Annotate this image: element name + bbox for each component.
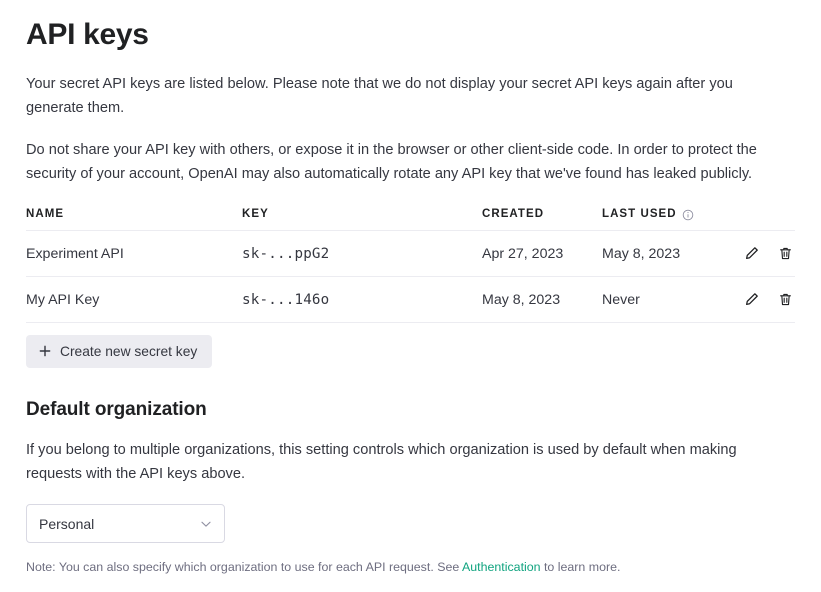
intro-paragraph: Your secret API keys are listed below. P…	[26, 75, 733, 116]
cell-created: Apr 27, 2023	[482, 230, 602, 277]
default-organization-select[interactable]: Personal	[26, 504, 225, 544]
note-text-after: to learn more.	[540, 560, 621, 575]
edit-key-button[interactable]	[741, 244, 761, 264]
column-header-actions	[740, 207, 795, 231]
api-keys-table: NAME KEY CREATED LAST USED Experiment AP…	[26, 207, 795, 323]
create-new-secret-key-button[interactable]: Create new secret key	[26, 334, 213, 368]
cell-actions	[740, 276, 795, 323]
delete-key-button[interactable]	[775, 290, 795, 310]
column-header-name: NAME	[26, 207, 242, 231]
table-row: Experiment API sk-...ppG2 Apr 27, 2023 M…	[26, 230, 795, 277]
api-keys-page: API keys Your secret API keys are listed…	[0, 0, 821, 576]
column-header-created: CREATED	[482, 207, 602, 231]
default-organization-title: Default organization	[26, 398, 207, 420]
plus-icon	[39, 345, 51, 357]
table-body: Experiment API sk-...ppG2 Apr 27, 2023 M…	[26, 230, 795, 323]
delete-key-button[interactable]	[775, 244, 795, 264]
column-header-last-used: LAST USED	[602, 207, 740, 231]
table-header-row: NAME KEY CREATED LAST USED	[26, 207, 795, 231]
cell-key-name: My API Key	[26, 276, 242, 323]
edit-key-button[interactable]	[741, 290, 761, 310]
column-header-last-used-label: LAST USED	[602, 207, 677, 220]
info-icon[interactable]	[682, 209, 694, 221]
last-used-header-group: LAST USED	[602, 208, 694, 220]
default-organization-selected-value: Personal	[39, 515, 95, 532]
authentication-link[interactable]: Authentication	[462, 560, 541, 574]
create-new-secret-key-label: Create new secret key	[60, 343, 198, 359]
organization-note: Note: You can also specify which organiz…	[26, 558, 795, 576]
cell-last-used: Never	[602, 276, 740, 323]
cell-actions	[740, 230, 795, 277]
cell-key-value: sk-...146o	[242, 276, 482, 323]
cell-key-value: sk-...ppG2	[242, 230, 482, 277]
page-title: API keys	[26, 18, 149, 51]
cell-last-used: May 8, 2023	[602, 230, 740, 277]
note-text-before: Note: You can also specify which organiz…	[26, 560, 463, 575]
column-header-key: KEY	[242, 207, 482, 231]
table-row: My API Key sk-...146o May 8, 2023 Never	[26, 276, 795, 323]
warning-paragraph: Do not share your API key with others, o…	[26, 141, 757, 182]
default-organization-description: If you belong to multiple organizations,…	[26, 442, 737, 483]
chevron-down-icon	[199, 517, 213, 531]
cell-created: May 8, 2023	[482, 276, 602, 323]
cell-key-name: Experiment API	[26, 230, 242, 277]
